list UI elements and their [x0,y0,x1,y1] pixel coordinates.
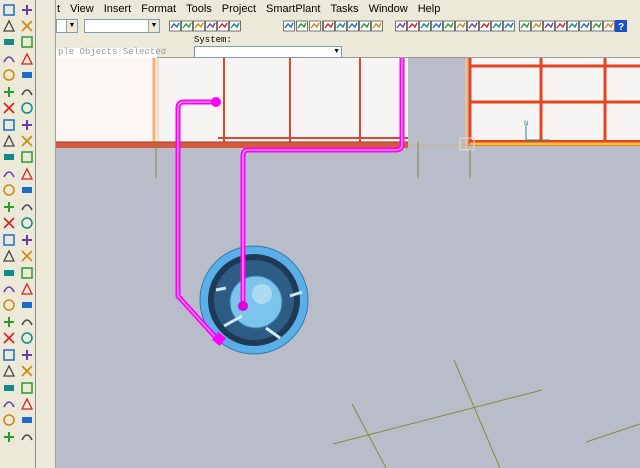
space-icon[interactable] [19,380,34,395]
clash-icon[interactable] [1,166,16,181]
ladder-icon[interactable] [1,331,16,346]
wall-icon[interactable] [1,68,16,83]
menu-view[interactable]: View [65,0,99,18]
axis-marker-label: N [524,121,528,127]
pipe-end-node[interactable] [211,97,221,107]
menu-window[interactable]: Window [364,0,413,18]
svg-text:?: ? [618,22,624,33]
stair-icon[interactable] [19,314,34,329]
menu-help[interactable]: Help [413,0,446,18]
rotate-icon[interactable] [308,19,322,33]
copy-icon[interactable] [1,199,16,214]
left-toolbar-column-2 [19,2,36,446]
equipment-vane [215,286,227,292]
equipment-dome-highlight [252,284,272,304]
piping-feature-icon[interactable] [1,18,16,33]
insert-pipe-icon[interactable] [1,249,16,264]
piping-feature-icon[interactable] [1,265,16,280]
space-icon[interactable] [19,134,34,149]
menu-smartplant[interactable]: SmartPlant [261,0,325,18]
slab-icon[interactable] [19,51,34,66]
move-icon[interactable] [1,232,16,247]
props-icon[interactable] [502,19,516,33]
ladder-icon[interactable] [1,84,16,99]
support-icon[interactable] [19,101,34,116]
measure-icon[interactable] [19,413,34,428]
pipe-nozzle-connection[interactable] [238,301,248,311]
wall-icon[interactable] [1,314,16,329]
chevron-down-icon: ▼ [333,48,340,55]
clash-icon[interactable] [1,413,16,428]
mirror-icon[interactable] [1,216,16,231]
stair-icon[interactable] [19,68,34,83]
select-icon[interactable] [1,183,16,198]
system-combo[interactable]: ▼ [194,46,342,58]
graphic-view[interactable]: N [56,58,640,468]
left-toolbar-column-1 [1,2,18,446]
equipment-icon[interactable] [19,265,34,280]
structure-wall-panel-left [56,58,154,142]
application-window: t View Insert Format Tools Project Smart… [0,0,640,468]
handrail-icon[interactable] [19,331,34,346]
system-label: System: [194,35,232,45]
hanger-icon[interactable] [1,101,16,116]
duct-icon[interactable] [19,364,34,379]
style-combo[interactable]: ▼ [84,19,160,33]
select-filter-combo[interactable]: ▼ [56,19,78,33]
handrail-icon[interactable] [19,84,34,99]
structure-main-beam [56,142,408,148]
drawing-icon[interactable] [1,150,16,165]
paste-icon[interactable] [19,199,34,214]
chevron-down-icon: ▼ [148,20,159,32]
property-bar: ple Objects Selected System: ▼ [56,35,640,58]
grid-icon[interactable] [19,281,34,296]
grid-icon[interactable] [19,35,34,50]
delete-icon[interactable] [282,19,296,33]
menu-edit-partial[interactable]: t [56,0,65,18]
drawing-icon[interactable] [1,397,16,412]
main-toolbar: ▼ ▼ ? [56,18,640,35]
structure-member-icon[interactable] [1,298,16,313]
route-icon[interactable] [19,2,34,17]
filter-icon[interactable] [19,429,34,444]
menu-tools[interactable]: Tools [181,0,217,18]
menu-insert[interactable]: Insert [99,0,137,18]
nozzle-icon[interactable] [1,281,16,296]
menu-tasks[interactable]: Tasks [325,0,363,18]
left-task-toolbar [0,0,36,468]
insert-pipe-icon[interactable] [1,2,16,17]
model-canvas[interactable]: N [56,58,640,468]
menu-format[interactable]: Format [136,0,181,18]
rotate-icon[interactable] [19,216,34,231]
structure-member-icon[interactable] [1,51,16,66]
delete-icon[interactable] [19,232,34,247]
hanger-icon[interactable] [1,347,16,362]
support-icon[interactable] [19,347,34,362]
view-icon[interactable] [370,19,384,33]
slab-icon[interactable] [19,298,34,313]
report-icon[interactable] [19,397,34,412]
show-icon[interactable]: ? [614,19,628,33]
move-icon[interactable] [295,19,309,33]
conduit-icon[interactable] [1,380,16,395]
toolbar-separator [36,0,56,468]
cable-tray-icon[interactable] [1,364,16,379]
paste-icon[interactable] [228,19,242,33]
menu-project[interactable]: Project [217,0,261,18]
select-icon[interactable] [1,429,16,444]
report-icon[interactable] [19,150,34,165]
duct-icon[interactable] [19,117,34,132]
measure-icon[interactable] [19,166,34,181]
filter-icon[interactable] [19,183,34,198]
conduit-icon[interactable] [1,134,16,149]
selection-status-text: ple Objects Selected [58,47,167,57]
menu-bar: t View Insert Format Tools Project Smart… [56,0,640,18]
route-icon[interactable] [19,249,34,264]
equipment-icon[interactable] [19,18,34,33]
nozzle-icon[interactable] [1,35,16,50]
chevron-down-icon: ▼ [66,20,77,32]
cable-tray-icon[interactable] [1,117,16,132]
